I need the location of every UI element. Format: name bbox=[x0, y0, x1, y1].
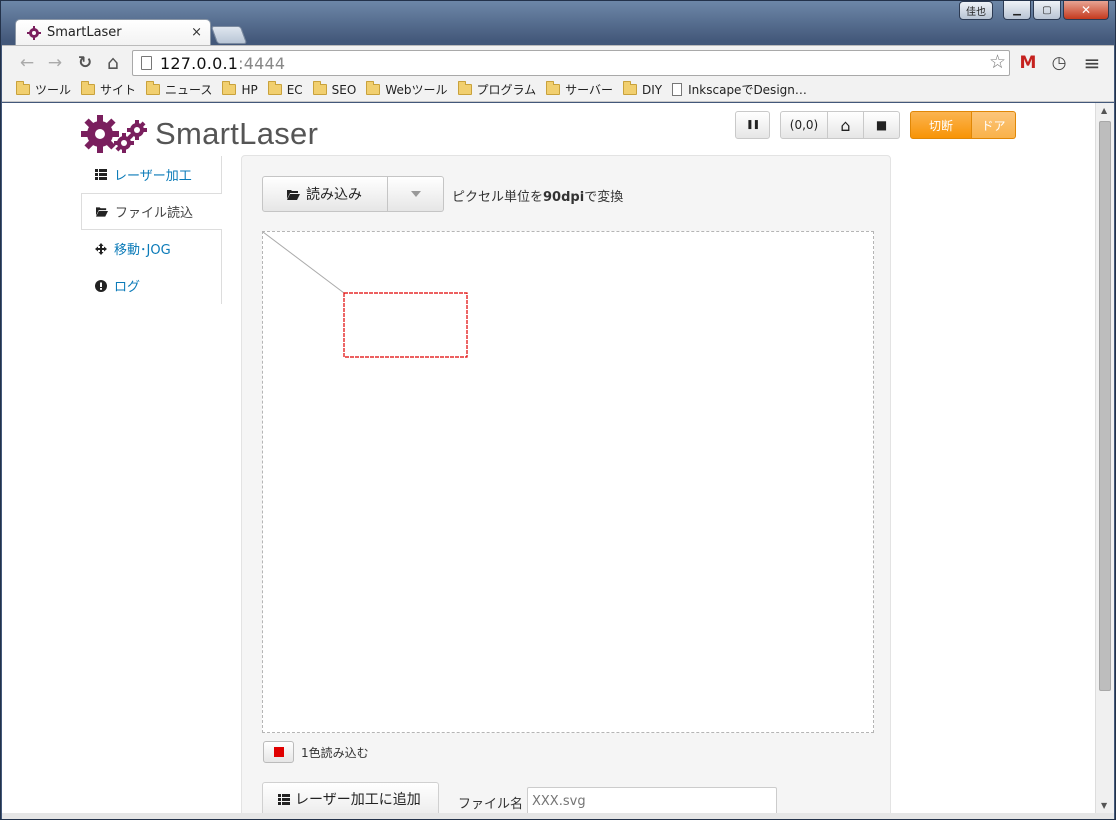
browser-window: SmartLaser × 佳也 ▁ ▢ ✕ ← → ↻ ⌂ 127.0.0.1:… bbox=[0, 0, 1116, 820]
bookmarks-bar: ツール サイト ニュース HP EC SEO Webツール プログラム サーバー… bbox=[2, 78, 1114, 102]
bookmark-folder[interactable]: HP bbox=[222, 80, 263, 100]
color-toggle-button[interactable] bbox=[263, 741, 294, 763]
scroll-up-icon[interactable]: ▲ bbox=[1101, 106, 1107, 115]
nav-laser-process[interactable]: レーザー加工 bbox=[81, 156, 222, 193]
bookmark-folder[interactable]: SEO bbox=[312, 80, 363, 100]
browser-toolbar: ← → ↻ ⌂ 127.0.0.1:4444 ☆ M ◷ ≡ bbox=[2, 45, 1114, 78]
folder-icon bbox=[312, 81, 327, 95]
red-swatch-icon bbox=[273, 747, 284, 757]
folder-icon bbox=[457, 81, 472, 95]
bookmark-folder[interactable]: プログラム bbox=[457, 80, 543, 100]
browser-tab[interactable]: SmartLaser × bbox=[15, 19, 211, 46]
add-to-laser-button[interactable]: レーザー加工に追加 bbox=[262, 782, 439, 813]
gear-favicon-icon bbox=[27, 26, 41, 40]
nav-move-jog[interactable]: 移動･JOG bbox=[81, 230, 222, 267]
caret-down-icon bbox=[410, 191, 421, 197]
dpi-note: ピクセル単位を90dpiで変換 bbox=[452, 190, 624, 205]
menu-icon[interactable]: ≡ bbox=[1082, 53, 1102, 73]
page-scrollbar[interactable]: ▲ ▼ bbox=[1095, 103, 1114, 813]
bookmark-folder[interactable]: DIY bbox=[623, 80, 668, 100]
close-window-button[interactable]: ✕ bbox=[1063, 1, 1109, 20]
bookmark-folder[interactable]: サーバー bbox=[546, 80, 619, 100]
motion-group: (0,0) ⌂ ■ bbox=[780, 111, 900, 139]
window-bottom-edge bbox=[2, 813, 1114, 819]
read-dropdown-toggle[interactable] bbox=[388, 176, 444, 212]
origin-travel-line bbox=[262, 231, 345, 294]
side-nav: レーザー加工 ファイル読込 移動･JOG ログ bbox=[81, 156, 222, 304]
bookmark-folder[interactable]: サイト bbox=[81, 80, 142, 100]
folder-icon bbox=[546, 81, 561, 95]
filename-input[interactable] bbox=[527, 787, 777, 813]
stop-button[interactable]: ■ bbox=[864, 111, 900, 139]
pause-group: ❚❚ bbox=[735, 111, 770, 139]
bookmark-folder[interactable]: ニュース bbox=[146, 80, 218, 100]
color-count-label: 1色読み込む bbox=[301, 745, 369, 760]
folder-icon bbox=[16, 81, 30, 95]
back-arrow-icon[interactable]: ← bbox=[16, 52, 38, 74]
list-icon bbox=[278, 793, 290, 805]
list-icon bbox=[95, 169, 107, 181]
read-button[interactable]: 読み込み bbox=[262, 176, 388, 212]
folder-icon bbox=[366, 81, 381, 95]
home-icon[interactable]: ⌂ bbox=[102, 52, 124, 74]
tab-title: SmartLaser bbox=[47, 25, 122, 40]
nav-log[interactable]: ログ bbox=[81, 267, 222, 304]
folder-open-icon bbox=[96, 206, 108, 218]
move-icon bbox=[95, 242, 107, 255]
read-split-button: 読み込み bbox=[262, 176, 444, 212]
window-controls: 佳也 ▁ ▢ ✕ bbox=[959, 1, 1109, 23]
cut-path-rect bbox=[343, 292, 468, 358]
pause-button[interactable]: ❚❚ bbox=[735, 111, 770, 139]
bookmark-star-icon[interactable]: ☆ bbox=[989, 51, 1006, 73]
minimize-button[interactable]: ▁ bbox=[1003, 1, 1031, 20]
window-user-button[interactable]: 佳也 bbox=[959, 1, 993, 20]
bookmark-folder[interactable]: Webツール bbox=[366, 80, 453, 100]
preview-drawing bbox=[262, 231, 468, 358]
reload-icon[interactable]: ↻ bbox=[74, 52, 96, 74]
new-tab-button[interactable] bbox=[210, 26, 248, 44]
bookmark-page[interactable]: InkscapeでDesign… bbox=[672, 80, 813, 100]
folder-icon bbox=[146, 81, 161, 95]
origin-button[interactable]: (0,0) bbox=[780, 111, 828, 139]
clock-icon[interactable]: ◷ bbox=[1049, 53, 1069, 73]
page-icon bbox=[141, 56, 152, 70]
address-bar[interactable]: 127.0.0.1:4444 ☆ bbox=[132, 50, 1010, 76]
maximize-button[interactable]: ▢ bbox=[1033, 1, 1061, 20]
page-viewport: SmartLaser ❚❚ (0,0) ⌂ ■ 切断 ドア レーザー加工 ファイ… bbox=[2, 103, 1095, 813]
scroll-thumb[interactable] bbox=[1099, 121, 1111, 691]
svg-preview-canvas[interactable] bbox=[262, 231, 874, 733]
folder-open-icon bbox=[287, 189, 300, 200]
page-icon bbox=[672, 83, 683, 96]
title-bar: SmartLaser × 佳也 ▁ ▢ ✕ bbox=[1, 1, 1115, 46]
brand-name: SmartLaser bbox=[155, 116, 319, 151]
gears-logo-icon bbox=[81, 115, 147, 153]
scroll-down-icon[interactable]: ▼ bbox=[1101, 801, 1107, 810]
tab-close-icon[interactable]: × bbox=[191, 25, 202, 40]
folder-icon bbox=[222, 81, 237, 95]
address-url: 127.0.0.1:4444 bbox=[160, 54, 286, 73]
file-load-panel: 読み込み ピクセル単位を90dpiで変換 1色読み込む レーザー加工に追加 ファ… bbox=[241, 155, 891, 813]
color-select-row: 1色読み込む bbox=[263, 741, 369, 763]
nav-file-load[interactable]: ファイル読込 bbox=[81, 193, 222, 230]
home-position-button[interactable]: ⌂ bbox=[828, 111, 864, 139]
folder-icon bbox=[267, 81, 282, 95]
status-door-badge[interactable]: ドア bbox=[972, 111, 1016, 139]
bookmark-folder[interactable]: ツール bbox=[16, 80, 77, 100]
status-cut-badge[interactable]: 切断 bbox=[910, 111, 972, 139]
gmail-icon[interactable]: M bbox=[1018, 53, 1038, 73]
forward-arrow-icon[interactable]: → bbox=[44, 52, 66, 74]
exclamation-circle-icon bbox=[95, 279, 107, 292]
bookmark-folder[interactable]: EC bbox=[267, 80, 309, 100]
status-group: 切断 ドア bbox=[910, 111, 1016, 139]
folder-icon bbox=[81, 81, 96, 95]
app-logo: SmartLaser bbox=[81, 113, 318, 155]
filename-label: ファイル名 bbox=[458, 797, 524, 812]
folder-icon bbox=[623, 81, 638, 95]
